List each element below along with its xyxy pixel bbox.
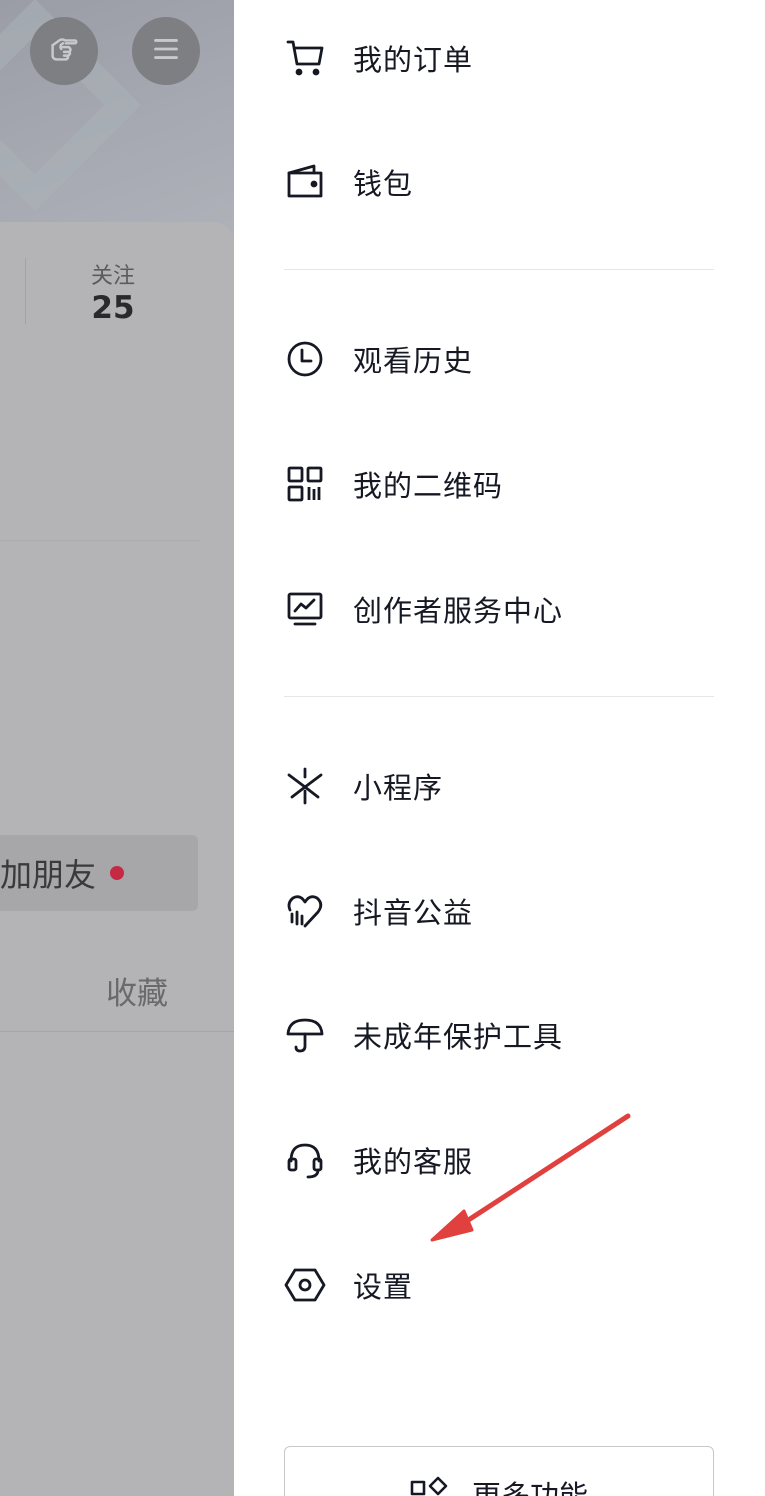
menu-item-customer-service[interactable]: 我的客服 bbox=[284, 1130, 714, 1190]
menu-item-settings[interactable]: 设置 bbox=[284, 1255, 714, 1315]
headset-icon bbox=[284, 1139, 326, 1181]
section-divider bbox=[0, 540, 200, 541]
pointing-hand-icon bbox=[45, 30, 83, 72]
cart-icon bbox=[284, 37, 326, 79]
menu-item-label: 我的订单 bbox=[353, 43, 474, 77]
menu-item-creator-center[interactable]: 创作者服务中心 bbox=[284, 579, 714, 639]
visitor-button[interactable] bbox=[30, 17, 98, 85]
more-features-button[interactable]: 更多功能 bbox=[284, 1446, 714, 1496]
menu-item-label: 创作者服务中心 bbox=[353, 594, 564, 628]
background-profile-page[interactable]: 关注 25 加朋友 收藏 bbox=[0, 0, 234, 1496]
more-features-label: 更多功能 bbox=[471, 1479, 588, 1496]
charity-heart-icon bbox=[284, 890, 326, 932]
menu-button[interactable] bbox=[132, 17, 200, 85]
wallet-icon bbox=[284, 161, 326, 203]
menu-item-label: 设置 bbox=[353, 1270, 414, 1304]
menu-item-label: 抖音公益 bbox=[353, 896, 474, 930]
hexagon-settings-icon bbox=[284, 1264, 326, 1306]
menu-item-orders[interactable]: 我的订单 bbox=[284, 28, 714, 88]
menu-item-label: 小程序 bbox=[353, 771, 444, 805]
menu-item-label: 钱包 bbox=[353, 167, 414, 201]
clock-icon bbox=[284, 338, 326, 380]
menu-item-qr-code[interactable]: 我的二维码 bbox=[284, 454, 714, 514]
menu-item-charity[interactable]: 抖音公益 bbox=[284, 881, 714, 941]
menu-divider bbox=[284, 696, 714, 697]
tab-favorites[interactable]: 收藏 bbox=[106, 968, 168, 1013]
menu-item-mini-programs[interactable]: 小程序 bbox=[284, 756, 714, 816]
menu-item-label: 未成年保护工具 bbox=[353, 1020, 564, 1054]
hamburger-menu-icon bbox=[147, 30, 185, 72]
menu-item-label: 观看历史 bbox=[353, 344, 474, 378]
menu-item-minor-protection[interactable]: 未成年保护工具 bbox=[284, 1005, 714, 1065]
following-label: 关注 bbox=[90, 264, 135, 289]
add-friend-button[interactable]: 加朋友 bbox=[0, 835, 198, 911]
side-drawer: 我的订单 钱包 观看历史 我的二维码 创作者服务中心 小程序 抖音公益 未成年保… bbox=[234, 0, 765, 1496]
mini-program-icon bbox=[284, 765, 326, 807]
tab-divider bbox=[0, 1031, 234, 1032]
qr-code-icon bbox=[284, 463, 326, 505]
monitor-chart-icon bbox=[284, 588, 326, 630]
menu-item-watch-history[interactable]: 观看历史 bbox=[284, 329, 714, 389]
menu-item-label: 我的客服 bbox=[353, 1145, 474, 1179]
umbrella-icon bbox=[284, 1014, 326, 1056]
following-count[interactable]: 25 bbox=[60, 290, 166, 326]
more-features-icon bbox=[410, 1473, 450, 1496]
menu-divider bbox=[284, 269, 714, 270]
add-friend-label: 加朋友 bbox=[0, 856, 97, 894]
notification-dot bbox=[110, 866, 125, 880]
stats-divider bbox=[25, 258, 26, 324]
menu-item-wallet[interactable]: 钱包 bbox=[284, 152, 714, 212]
menu-item-label: 我的二维码 bbox=[353, 469, 504, 503]
